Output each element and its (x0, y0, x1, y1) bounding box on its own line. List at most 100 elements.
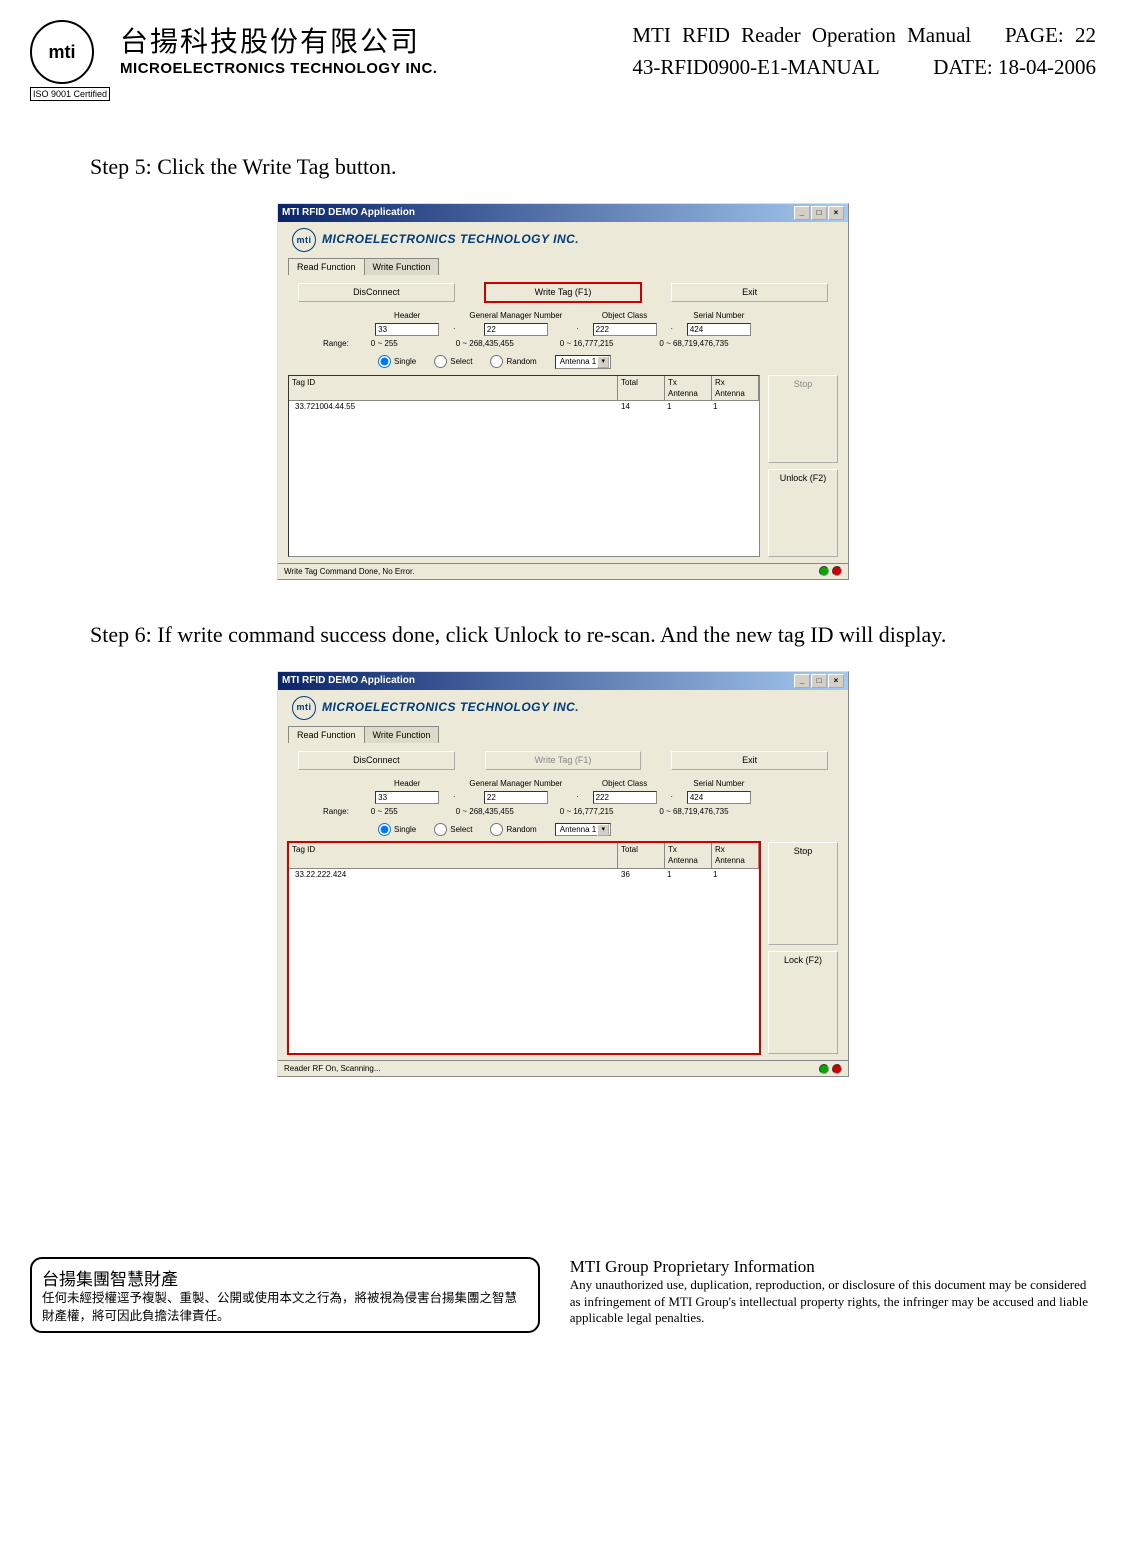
status-red-icon (832, 566, 842, 576)
cell-tx: 1 (664, 401, 710, 412)
titlebar: MTI RFID DEMO Application _ □ × (278, 204, 848, 222)
close-button[interactable]: × (828, 206, 844, 220)
step5-text: Step 5: Click the Write Tag button. (90, 152, 1036, 183)
status-green-icon (819, 1064, 829, 1074)
gmn-input[interactable] (484, 323, 548, 336)
header-input[interactable] (375, 791, 439, 804)
step6-text: Step 6: If write command success done, c… (90, 620, 1036, 651)
tab-write-function[interactable]: Write Function (364, 726, 440, 744)
radio-select[interactable]: Select (434, 823, 472, 836)
tab-write-function[interactable]: Write Function (364, 258, 440, 276)
company-name-block: 台揚科技股份有限公司 MICROELECTRONICS TECHNOLOGY I… (120, 20, 437, 77)
header-field: Header (375, 778, 439, 804)
tab-read-function[interactable]: Read Function (288, 726, 365, 744)
radio-single[interactable]: Single (378, 823, 416, 836)
header-field: Header (375, 310, 439, 336)
sn-field: Serial Number (687, 778, 751, 804)
disconnect-button[interactable]: DisConnect (298, 283, 455, 302)
app-window-2: MTI RFID DEMO Application _ □ × mti MICR… (277, 671, 849, 1078)
radio-row: Single Select Random Antenna 1 (278, 355, 848, 374)
oc-input[interactable] (593, 791, 657, 804)
range-label: Range: (323, 338, 349, 349)
gmn-input[interactable] (484, 791, 548, 804)
minimize-button[interactable]: _ (794, 206, 810, 220)
separator-dot: . (576, 321, 578, 336)
app-banner-text: MICROELECTRONICS TECHNOLOGY INC. (322, 231, 579, 248)
status-indicators (819, 1064, 842, 1074)
sn-input[interactable] (687, 791, 751, 804)
app-logo-icon: mti (292, 696, 316, 720)
cell-rx: 1 (710, 401, 756, 412)
sn-field: Serial Number (687, 310, 751, 336)
col-tx: Tx Antenna (665, 376, 712, 400)
oc-field: Object Class (593, 310, 657, 336)
lock-button[interactable]: Lock (F2) (768, 951, 838, 1054)
close-button[interactable]: × (828, 674, 844, 688)
status-green-icon (819, 566, 829, 576)
range-row: Range: 0 ~ 255 0 ~ 268,435,455 0 ~ 16,77… (278, 804, 848, 823)
unlock-button[interactable]: Unlock (F2) (768, 469, 838, 557)
cell-total: 36 (618, 869, 664, 880)
range-3: 0 ~ 16,777,215 (560, 338, 614, 349)
app-banner: mti MICROELECTRONICS TECHNOLOGY INC. (278, 222, 848, 254)
antenna-combo[interactable]: Antenna 1 (555, 823, 611, 836)
separator-dot: . (576, 789, 578, 804)
tab-read-function[interactable]: Read Function (288, 258, 365, 276)
stop-button[interactable]: Stop (768, 842, 838, 945)
window-title: MTI RFID DEMO Application (282, 206, 415, 220)
app-banner-text: MICROELECTRONICS TECHNOLOGY INC. (322, 699, 579, 716)
iso-badge: ISO 9001 Certified (30, 87, 110, 101)
footer-right-body: Any unauthorized use, duplication, repro… (570, 1277, 1096, 1326)
listview-header: Tag ID Total Tx Antenna Rx Antenna (289, 376, 759, 401)
cell-tag-id: 33.721004.44.55 (292, 401, 618, 412)
col-rx: Rx Antenna (712, 843, 759, 867)
radio-random[interactable]: Random (490, 823, 536, 836)
cell-tag-id: 33.22.222.424 (292, 869, 618, 880)
col-total: Total (618, 843, 665, 867)
header-label: Header (394, 778, 420, 789)
exit-button[interactable]: Exit (671, 283, 828, 302)
logo-column: mti ISO 9001 Certified (30, 20, 110, 102)
minimize-button[interactable]: _ (794, 674, 810, 688)
page-header: mti ISO 9001 Certified 台揚科技股份有限公司 MICROE… (30, 20, 1096, 102)
header-input[interactable] (375, 323, 439, 336)
radio-row: Single Select Random Antenna 1 (278, 823, 848, 842)
oc-label: Object Class (602, 310, 647, 321)
statusbar: Write Tag Command Done, No Error. (278, 563, 848, 579)
company-logo: mti (30, 20, 94, 84)
disconnect-button[interactable]: DisConnect (298, 751, 455, 770)
main-button-row: DisConnect Write Tag (F1) Exit (278, 743, 848, 778)
gmn-field: General Manager Number (469, 778, 562, 804)
range-4: 0 ~ 68,719,476,735 (659, 806, 728, 817)
radio-single[interactable]: Single (378, 355, 416, 368)
oc-input[interactable] (593, 323, 657, 336)
list-item[interactable]: 33.22.222.424 36 1 1 (289, 869, 759, 880)
maximize-button[interactable]: □ (811, 206, 827, 220)
stop-button: Stop (768, 375, 838, 463)
write-tag-button[interactable]: Write Tag (F1) (485, 283, 642, 302)
maximize-button[interactable]: □ (811, 674, 827, 688)
footer-left-box: 台揚集團智慧財產 任何未經授權逕予複製、重製、公開或使用本文之行為，將被視為侵害… (30, 1257, 540, 1333)
company-name-en: MICROELECTRONICS TECHNOLOGY INC. (120, 60, 437, 77)
antenna-combo[interactable]: Antenna 1 (555, 355, 611, 368)
status-text: Reader RF On, Scanning... (284, 1063, 381, 1074)
tag-listview[interactable]: Tag ID Total Tx Antenna Rx Antenna 33.72… (288, 375, 760, 557)
list-item[interactable]: 33.721004.44.55 14 1 1 (289, 401, 759, 412)
sn-input[interactable] (687, 323, 751, 336)
titlebar: MTI RFID DEMO Application _ □ × (278, 672, 848, 690)
field-row: Header . General Manager Number . Object… (278, 778, 848, 804)
radio-select[interactable]: Select (434, 355, 472, 368)
tag-listview[interactable]: Tag ID Total Tx Antenna Rx Antenna 33.22… (288, 842, 760, 1054)
col-tx: Tx Antenna (665, 843, 712, 867)
col-rx: Rx Antenna (712, 376, 759, 400)
range-4: 0 ~ 68,719,476,735 (659, 338, 728, 349)
write-tag-button: Write Tag (F1) (485, 751, 642, 770)
radio-random[interactable]: Random (490, 355, 536, 368)
exit-button[interactable]: Exit (671, 751, 828, 770)
app-logo-icon: mti (292, 228, 316, 252)
main-button-row: DisConnect Write Tag (F1) Exit (278, 275, 848, 310)
separator-dot: . (671, 789, 673, 804)
app-banner: mti MICROELECTRONICS TECHNOLOGY INC. (278, 690, 848, 722)
content-area: Step 5: Click the Write Tag button. MTI … (90, 152, 1036, 1077)
separator-dot: . (671, 321, 673, 336)
